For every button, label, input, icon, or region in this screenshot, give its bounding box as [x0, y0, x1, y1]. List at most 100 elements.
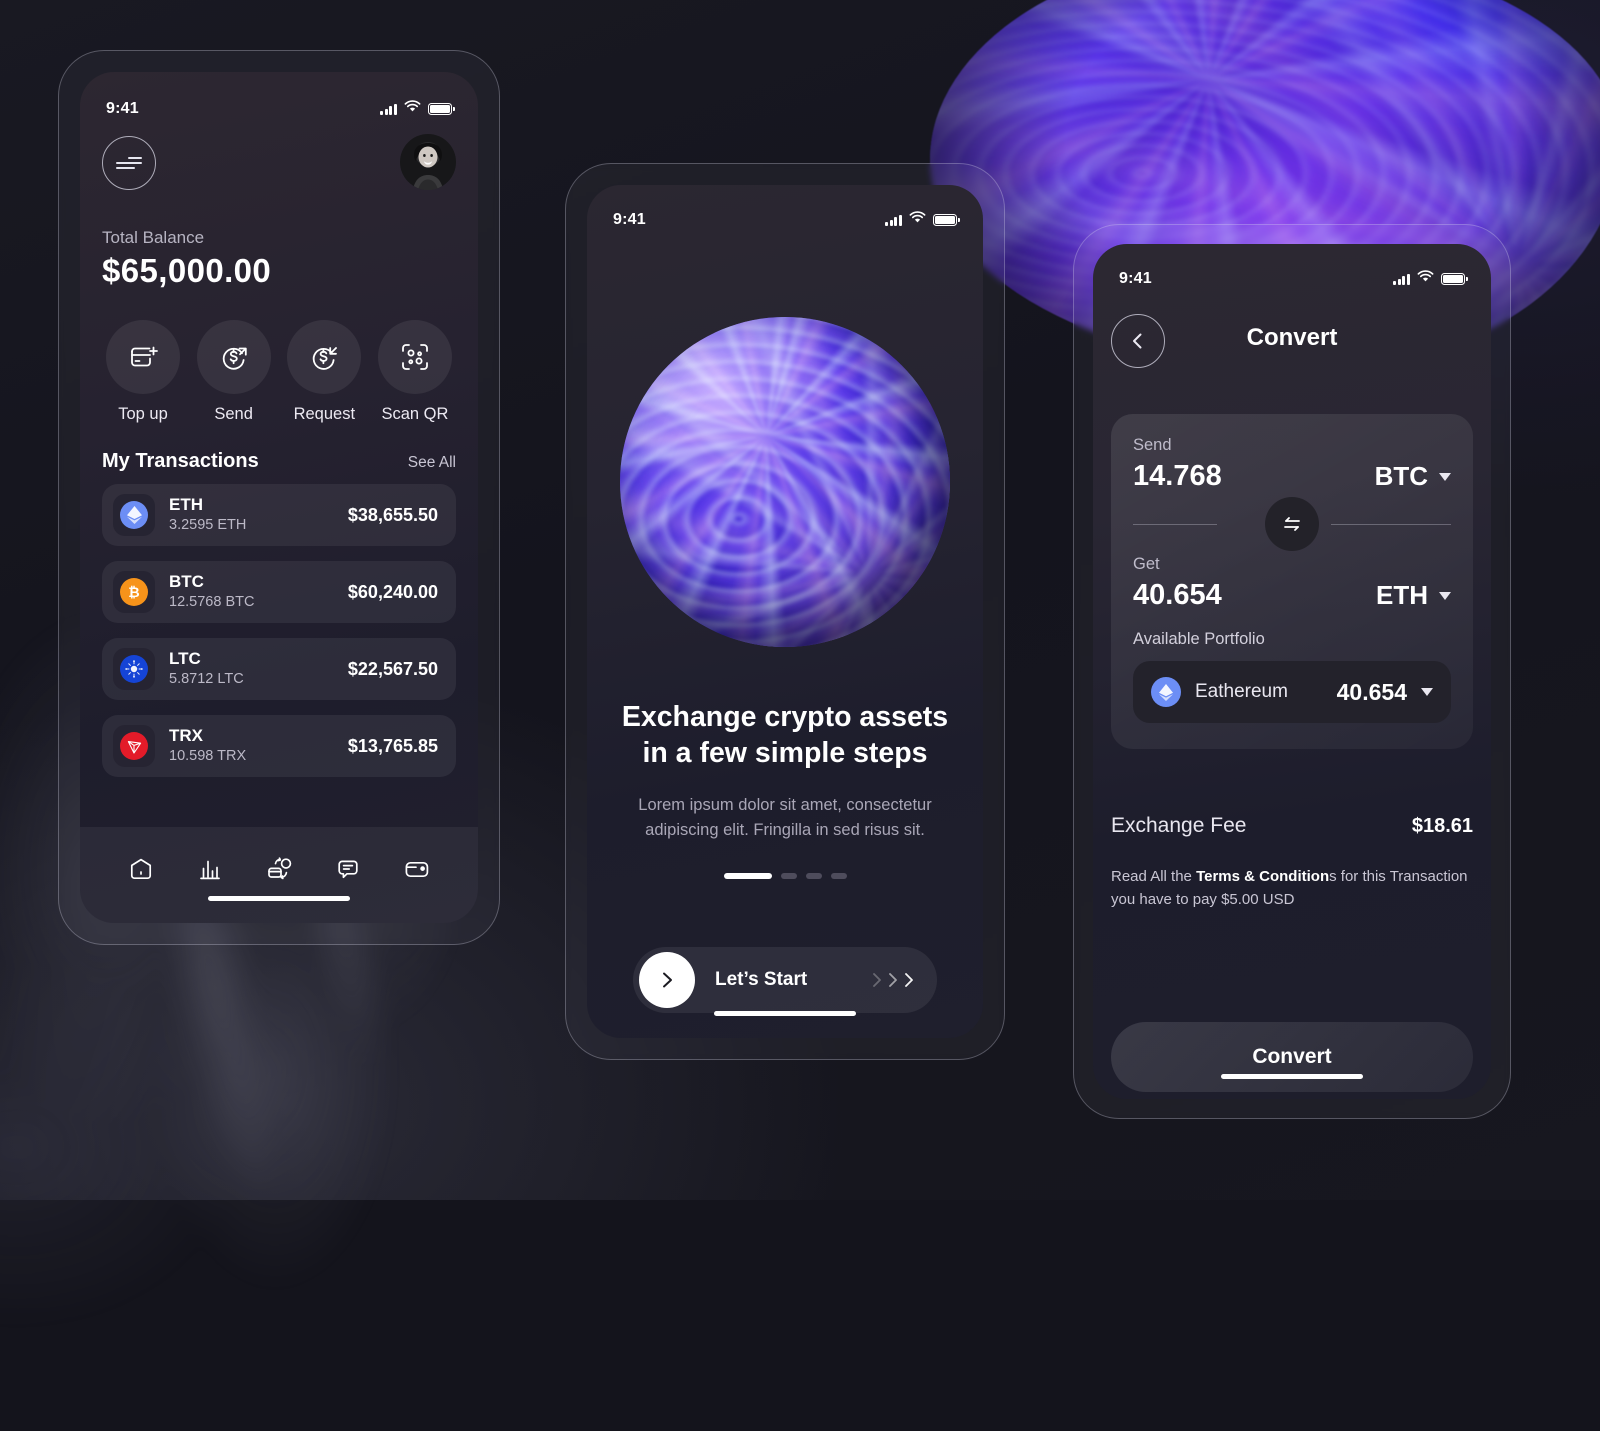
- page-title: Convert: [1246, 324, 1338, 351]
- battery-icon: [428, 103, 455, 115]
- terms-conditions-link[interactable]: Terms & Condition: [1196, 868, 1329, 885]
- hero-title-line2: in a few simple steps: [642, 737, 928, 770]
- carousel-dots: [587, 873, 983, 879]
- convert-button[interactable]: Convert: [1111, 1022, 1473, 1092]
- chevron-down-icon: [1439, 591, 1451, 600]
- stats-bar-chart-icon: [199, 860, 220, 880]
- convert-phone: 9:41 Convert Send 14.768 BTC Get 40.654 …: [1073, 224, 1511, 1119]
- coin-symbol: LTC: [169, 649, 201, 669]
- action-label: Request: [293, 405, 356, 423]
- lets-start-button[interactable]: Let’s Start: [633, 947, 937, 1013]
- swap-arrows-icon: [1284, 517, 1300, 531]
- coin-usd-value: $38,655.50: [347, 504, 438, 525]
- tab-messages[interactable]: [326, 849, 370, 889]
- status-bar: 9:41: [1119, 268, 1468, 290]
- divider: [1331, 523, 1451, 525]
- hero-subtitle-line2: adipiscing elit. Fringilla in sed risus …: [645, 820, 925, 839]
- hero-title-line1: Exchange crypto assets: [621, 701, 949, 733]
- action-label: Scan QR: [381, 405, 449, 423]
- get-currency-select[interactable]: ETH: [1376, 580, 1451, 611]
- transactions-header: My Transactions See All: [102, 450, 456, 473]
- coin-usd-value: $22,567.50: [347, 658, 438, 679]
- send-amount-input[interactable]: 14.768: [1133, 460, 1222, 493]
- dollar-arrow-up-right-icon: [196, 320, 271, 394]
- home-indicator: [208, 896, 350, 901]
- wallet-phone: 9:41 Total Balance $65,000.00 Top up Sen…: [58, 50, 500, 945]
- wifi-icon: [909, 211, 926, 229]
- action-scan-qr[interactable]: Scan QR: [374, 320, 456, 424]
- portfolio-select[interactable]: Eathereum 40.654: [1133, 661, 1451, 723]
- wifi-icon: [1417, 270, 1434, 288]
- table-row[interactable]: LTC 5.8712 LTC $22,567.50: [102, 638, 456, 700]
- get-amount-input[interactable]: 40.654: [1133, 579, 1222, 612]
- tab-home[interactable]: [119, 849, 163, 889]
- carousel-dot[interactable]: [830, 873, 847, 879]
- action-top-up[interactable]: Top up: [102, 320, 184, 424]
- action-label: Top up: [118, 405, 168, 423]
- terms-text[interactable]: Read All the Terms & Conditions for this…: [1111, 866, 1473, 911]
- onboarding-screen: 9:41 Exchange crypto assets in a few sim…: [587, 185, 983, 1038]
- total-balance-amount: $65,000.00: [102, 252, 272, 289]
- coin-symbol: BTC: [169, 572, 204, 592]
- bottom-tab-bar: [80, 827, 478, 923]
- tab-exchange[interactable]: [257, 849, 301, 889]
- chevron-trail-icon: [871, 970, 915, 990]
- hero-subtitle-line1: Lorem ipsum dolor sit amet, consectetur: [638, 796, 932, 814]
- status-time: 9:41: [1119, 270, 1152, 287]
- get-currency-value: ETH: [1376, 580, 1428, 610]
- send-currency-select[interactable]: BTC: [1375, 461, 1451, 492]
- transaction-list: ETH 3.2595 ETH $38,655.50 ₿ BTC 12.5768 …: [102, 484, 456, 777]
- convert-card: Send 14.768 BTC Get 40.654 ETH Available…: [1111, 414, 1473, 749]
- dollar-arrow-down-left-icon: [287, 320, 362, 394]
- coin-amount: 5.8712 LTC: [169, 670, 244, 687]
- litecoin-icon: [120, 655, 148, 683]
- portfolio-coin-name: Eathereum: [1195, 681, 1288, 702]
- avatar[interactable]: [400, 134, 456, 190]
- coin-amount: 3.2595 ETH: [169, 516, 247, 533]
- hero-title: Exchange crypto assets in a few simple s…: [605, 699, 965, 772]
- hamburger-menu-icon: [116, 154, 142, 173]
- coin-badge: [113, 494, 155, 536]
- chat-bubble-icon: [338, 860, 358, 879]
- action-send[interactable]: Send: [193, 320, 275, 424]
- convert-button-label: Convert: [1252, 1045, 1332, 1068]
- wifi-icon: [404, 100, 421, 118]
- coin-badge: [113, 725, 155, 767]
- send-currency-value: BTC: [1374, 461, 1428, 491]
- coin-symbol: ETH: [169, 495, 203, 515]
- carousel-dot[interactable]: [805, 873, 822, 879]
- table-row[interactable]: ETH 3.2595 ETH $38,655.50: [102, 484, 456, 546]
- qr-scan-icon: [377, 320, 452, 394]
- table-row[interactable]: ₿ BTC 12.5768 BTC $60,240.00: [102, 561, 456, 623]
- chevron-down-icon: [1439, 472, 1451, 481]
- send-label: Send: [1133, 436, 1172, 454]
- menu-button[interactable]: [102, 136, 156, 190]
- bitcoin-icon: ₿: [120, 578, 148, 606]
- coin-usd-value: $60,240.00: [347, 581, 438, 602]
- table-row[interactable]: TRX 10.598 TRX $13,765.85: [102, 715, 456, 777]
- home-indicator: [714, 1011, 856, 1016]
- tab-wallet[interactable]: [395, 849, 439, 889]
- battery-icon: [933, 214, 960, 226]
- carousel-dot[interactable]: [780, 873, 797, 879]
- cellular-signal-icon: [1393, 273, 1410, 285]
- terms-prefix: Read All the: [1111, 868, 1197, 885]
- wallet-screen: 9:41 Total Balance $65,000.00 Top up Sen…: [80, 72, 478, 923]
- swap-button[interactable]: [1265, 497, 1319, 551]
- carousel-dot-active[interactable]: [723, 873, 772, 879]
- convert-screen: 9:41 Convert Send 14.768 BTC Get 40.654 …: [1093, 244, 1491, 1099]
- portfolio-coin-value: 40.654: [1336, 678, 1407, 705]
- card-swap-icon: [268, 857, 292, 880]
- home-indicator: [1221, 1074, 1363, 1079]
- coin-symbol: TRX: [169, 726, 203, 746]
- tab-stats[interactable]: [188, 849, 232, 889]
- see-all-link[interactable]: See All: [408, 454, 456, 472]
- chevron-right-icon: [639, 952, 695, 1008]
- ethereum-icon: [1151, 677, 1181, 707]
- hero-subtitle: Lorem ipsum dolor sit amet, consectetur …: [623, 793, 947, 843]
- divider: [1133, 523, 1217, 525]
- status-time: 9:41: [613, 211, 646, 228]
- status-bar: 9:41: [613, 209, 960, 231]
- exchange-fee-row: Exchange Fee $18.61: [1111, 814, 1473, 838]
- action-request[interactable]: Request: [283, 320, 365, 424]
